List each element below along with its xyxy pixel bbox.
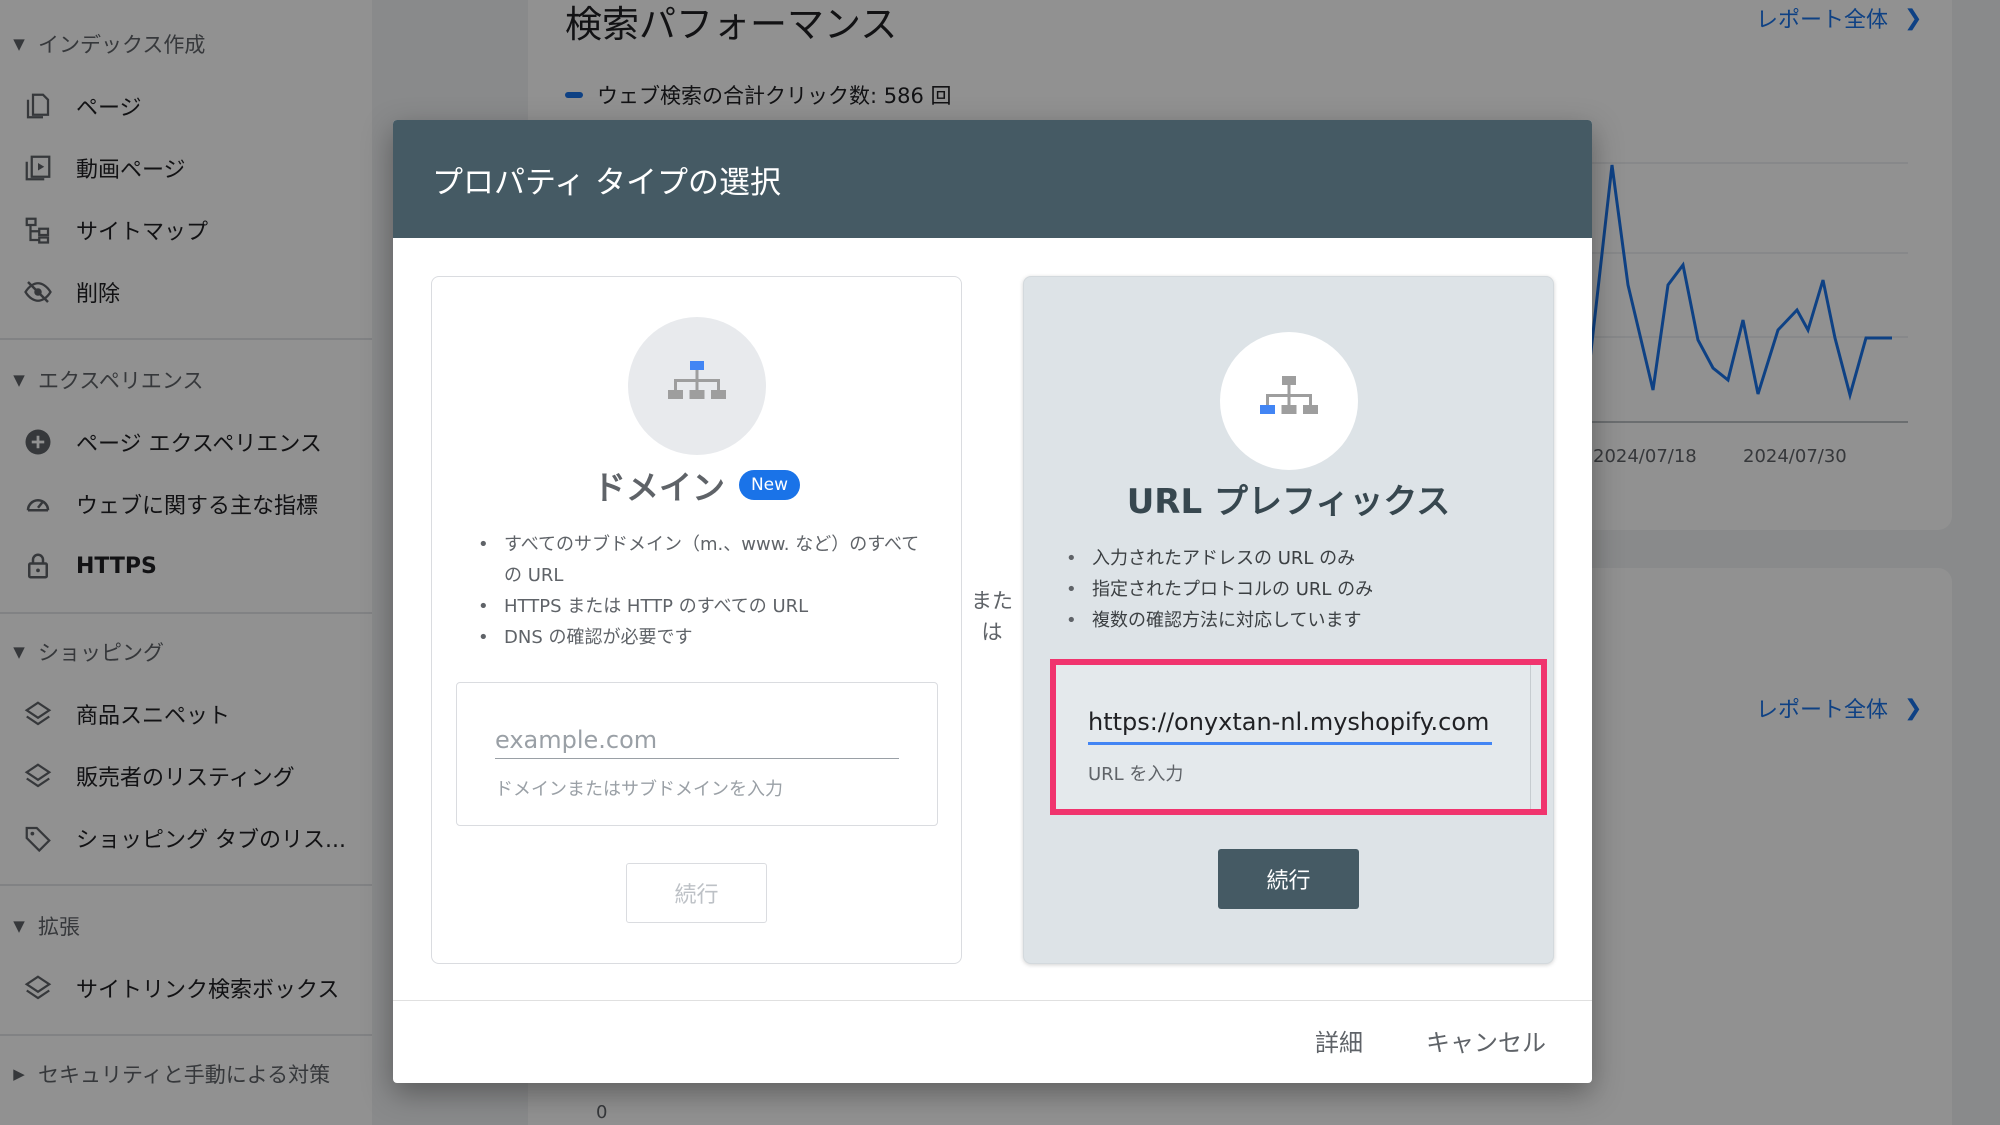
list-item: 入力されたアドレスの URL のみ bbox=[1064, 543, 1524, 574]
domain-input-hint: ドメインまたはサブドメインを入力 bbox=[495, 779, 783, 800]
url-input-hint: URL を入力 bbox=[1088, 764, 1184, 785]
property-type-dialog: プロパティ タイプの選択 ドメイン New すべてのサブドメイン（m.、www.… bbox=[393, 120, 1592, 1083]
domain-option-card[interactable]: ドメイン New すべてのサブドメイン（m.、www. など）のすべての URL… bbox=[431, 276, 962, 964]
url-prefix-option-card[interactable]: URL プレフィックス 入力されたアドレスの URL のみ 指定されたプロトコル… bbox=[1023, 276, 1554, 964]
list-item: HTTPS または HTTP のすべての URL bbox=[476, 591, 936, 622]
url-prefix-continue-button[interactable]: 続行 bbox=[1218, 849, 1359, 909]
url-prefix-icon-circle bbox=[1220, 332, 1358, 470]
domain-title: ドメイン New bbox=[432, 461, 961, 509]
dialog-header: プロパティ タイプの選択 bbox=[393, 120, 1592, 238]
list-item: DNS の確認が必要です bbox=[476, 622, 936, 653]
details-button[interactable]: 詳細 bbox=[1315, 1023, 1363, 1058]
domain-input[interactable] bbox=[495, 721, 899, 759]
list-item: 複数の確認方法に対応しています bbox=[1064, 605, 1524, 636]
domain-input-container: ドメインまたはサブドメインを入力 bbox=[456, 682, 938, 826]
url-input[interactable] bbox=[1088, 701, 1492, 745]
new-badge: New bbox=[738, 470, 801, 500]
url-input-highlight: URL を入力 bbox=[1050, 659, 1547, 815]
or-separator: または bbox=[971, 589, 1013, 644]
dialog-footer-divider bbox=[393, 1000, 1592, 1001]
domain-icon-circle bbox=[628, 317, 766, 455]
domain-feature-list: すべてのサブドメイン（m.、www. など）のすべての URL HTTPS また… bbox=[476, 529, 936, 653]
url-prefix-feature-list: 入力されたアドレスの URL のみ 指定されたプロトコルの URL のみ 複数の… bbox=[1064, 543, 1524, 636]
site-hierarchy-icon bbox=[668, 361, 726, 399]
list-item: 指定されたプロトコルの URL のみ bbox=[1064, 574, 1524, 605]
cancel-button[interactable]: キャンセル bbox=[1426, 1023, 1546, 1058]
scroll-divider bbox=[1529, 665, 1531, 809]
site-hierarchy-icon bbox=[1260, 376, 1318, 414]
url-prefix-title: URL プレフィックス bbox=[1126, 482, 1451, 522]
domain-continue-button[interactable]: 続行 bbox=[626, 863, 767, 923]
dialog-title: プロパティ タイプの選択 bbox=[432, 164, 781, 201]
list-item: すべてのサブドメイン（m.、www. など）のすべての URL bbox=[476, 529, 936, 591]
